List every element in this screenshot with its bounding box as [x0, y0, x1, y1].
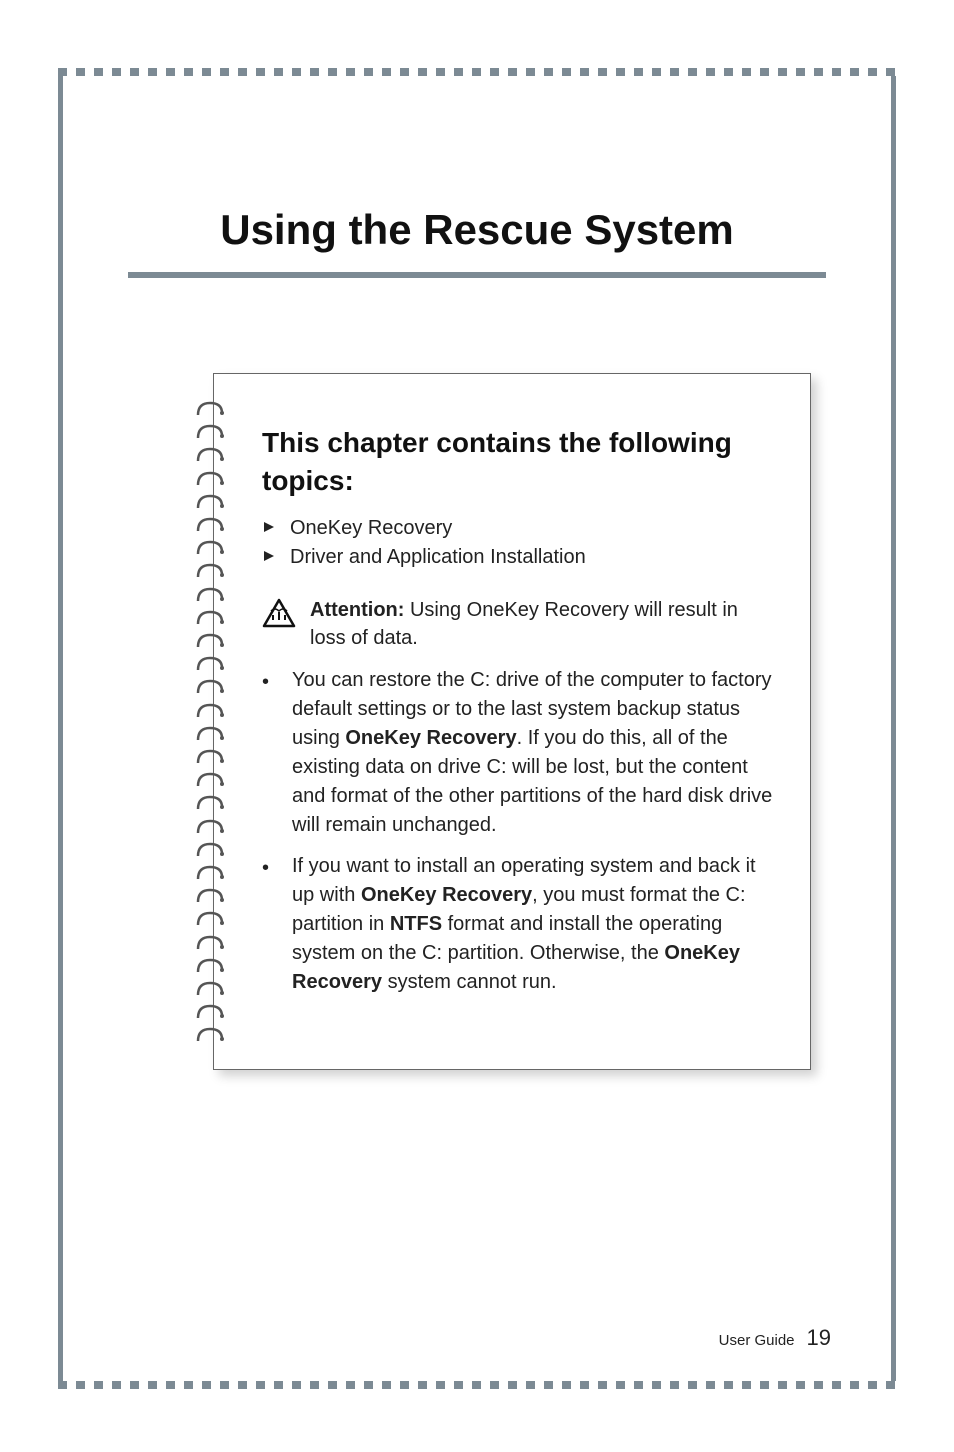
spiral-ring-icon	[196, 631, 224, 649]
text-segment: system cannot run.	[382, 971, 557, 993]
topic-item: Driver and Application Installation	[262, 543, 775, 572]
card-heading: This chapter contains the following topi…	[262, 424, 775, 500]
spiral-ring-icon	[196, 1002, 224, 1020]
attention-text: Attention: Using OneKey Recovery will re…	[310, 596, 775, 652]
attention-label: Attention:	[310, 599, 404, 621]
spiral-ring-icon	[196, 909, 224, 927]
text-bold: NTFS	[390, 913, 442, 935]
page-number: 19	[807, 1325, 831, 1351]
spiral-ring-icon	[196, 863, 224, 881]
spiral-ring-icon	[196, 701, 224, 719]
bullet-dot-icon: •	[262, 666, 270, 840]
page-footer: User Guide 19	[719, 1325, 831, 1351]
spiral-ring-icon	[196, 561, 224, 579]
page-content: Using the Rescue System	[63, 76, 891, 1381]
spiral-ring-icon	[196, 933, 224, 951]
arrow-right-icon	[262, 517, 276, 540]
bullet-item: • If you want to install an operating sy…	[262, 852, 775, 997]
topic-label: Driver and Application Installation	[290, 546, 586, 569]
attention-row: Attention: Using OneKey Recovery will re…	[262, 596, 775, 652]
title-underline	[128, 272, 826, 278]
spiral-ring-icon	[196, 515, 224, 533]
bullet-item: • You can restore the C: drive of the co…	[262, 666, 775, 840]
bullet-text: You can restore the C: drive of the comp…	[292, 666, 775, 840]
topic-label: OneKey Recovery	[290, 517, 452, 540]
attention-triangle-icon	[262, 598, 296, 652]
spiral-ring-icon	[196, 770, 224, 788]
frame-top-border	[58, 68, 896, 76]
topic-card: This chapter contains the following topi…	[213, 373, 811, 1070]
spiral-binding	[196, 399, 224, 1044]
spiral-ring-icon	[196, 445, 224, 463]
spiral-ring-icon	[196, 886, 224, 904]
spiral-ring-icon	[196, 585, 224, 603]
frame-right-border	[891, 76, 896, 1381]
spiral-ring-icon	[196, 538, 224, 556]
bullet-dot-icon: •	[262, 852, 270, 997]
text-bold: OneKey Recovery	[361, 884, 532, 906]
spiral-ring-icon	[196, 677, 224, 695]
spiral-ring-icon	[196, 840, 224, 858]
spiral-ring-icon	[196, 956, 224, 974]
spiral-ring-icon	[196, 793, 224, 811]
spiral-ring-icon	[196, 469, 224, 487]
chapter-title: Using the Rescue System	[123, 206, 831, 254]
spiral-ring-icon	[196, 608, 224, 626]
spiral-ring-icon	[196, 817, 224, 835]
spiral-ring-icon	[196, 724, 224, 742]
frame-bottom-border	[58, 1381, 896, 1389]
spiral-ring-icon	[196, 654, 224, 672]
spiral-ring-icon	[196, 747, 224, 765]
spiral-ring-icon	[196, 979, 224, 997]
topic-item: OneKey Recovery	[262, 514, 775, 543]
spiral-ring-icon	[196, 1025, 224, 1043]
spiral-ring-icon	[196, 492, 224, 510]
bullet-text: If you want to install an operating syst…	[292, 852, 775, 997]
spiral-ring-icon	[196, 399, 224, 417]
arrow-right-icon	[262, 546, 276, 569]
spiral-ring-icon	[196, 422, 224, 440]
topic-list: OneKey Recovery Driver and Application I…	[262, 514, 775, 572]
text-bold: OneKey Recovery	[345, 727, 516, 749]
bullet-list: • You can restore the C: drive of the co…	[262, 666, 775, 997]
footer-label: User Guide	[719, 1332, 795, 1349]
